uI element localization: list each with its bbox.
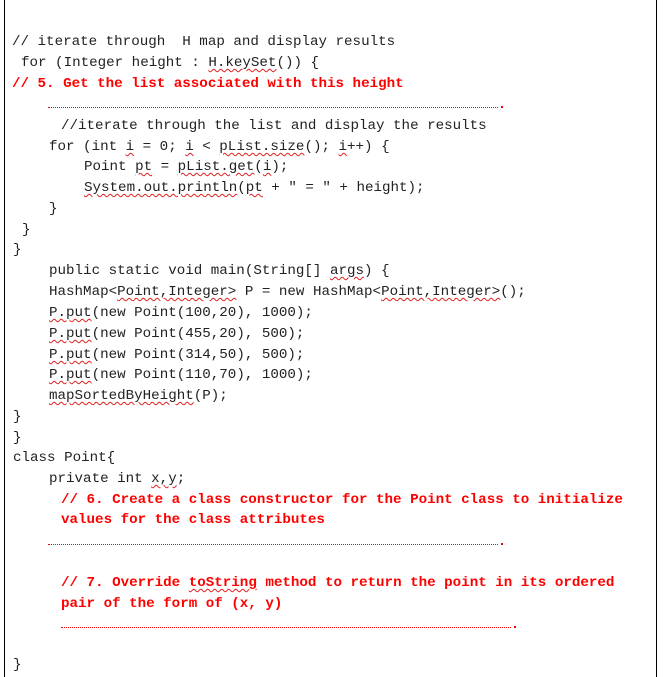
code-text: for (Integer height :	[21, 55, 209, 71]
task-5-comment: // 5. Get the list associated with this …	[12, 76, 404, 92]
answer-blank-7[interactable]	[61, 627, 511, 628]
task-6-comment: // 6. Create a class constructor for the…	[61, 492, 623, 508]
spellcheck-token: i	[338, 139, 348, 155]
code-text: public static void main(String[]	[49, 263, 330, 279]
code-text: P = new HashMap<	[236, 284, 382, 300]
code-text: ++) {	[347, 139, 390, 155]
closing-brace: }	[13, 430, 22, 446]
code-text: ()) {	[276, 55, 320, 71]
closing-brace: }	[13, 409, 22, 425]
answer-blank-5-end	[501, 106, 503, 108]
closing-brace: }	[13, 242, 22, 258]
put-line: P.put(new Point(455,20), 500);	[49, 324, 304, 344]
code-text: + " = " + height);	[262, 180, 425, 196]
code-text: <	[193, 139, 220, 155]
spellcheck-token: P.put	[49, 326, 92, 342]
code-text: method to return the point in its ordere…	[256, 575, 615, 591]
code-text: ();	[500, 284, 526, 300]
code-text: (	[237, 180, 246, 196]
spellcheck-token: P.put	[49, 347, 92, 363]
spellcheck-token: x,y	[151, 471, 177, 487]
task-6-comment-cont: values for the class attributes	[61, 512, 325, 528]
code-text: = 0;	[134, 139, 186, 155]
answer-blank-6-end	[501, 543, 503, 545]
code-text: ) {	[364, 263, 390, 279]
put-line: P.put(new Point(100,20), 1000);	[49, 303, 313, 323]
answer-blank-5[interactable]	[48, 107, 498, 108]
code-text: HashMap<	[49, 284, 118, 300]
spellcheck-token: args	[329, 263, 365, 279]
code-text: (P);	[193, 388, 228, 404]
spellcheck-token: i	[185, 139, 194, 155]
code-text: for (int	[49, 139, 126, 155]
task-7-comment-cont: pair of the form of (x, y)	[61, 596, 283, 612]
closing-brace: }	[49, 201, 58, 217]
code-text: (new Point(314,50), 500);	[91, 347, 305, 363]
println-line: System.out.println(pt + " = " + height);	[84, 178, 425, 198]
point-pt-line: Point pt = pList.get(i);	[84, 157, 288, 177]
for-keyset-line: for (Integer height : H.keySet()) {	[21, 53, 319, 73]
spellcheck-token: mapSortedByHeight	[49, 388, 194, 404]
code-text: );	[271, 159, 289, 175]
closing-brace: }	[22, 222, 31, 238]
spellcheck-token: i	[125, 139, 135, 155]
for-loop-line: for (int i = 0; i < pList.size(); i++) {	[49, 137, 390, 157]
spellcheck-token: P.put	[49, 367, 92, 383]
code-text: (new Point(110,70), 1000);	[91, 367, 313, 383]
comment-iterate-map: // iterate through H map and display res…	[12, 34, 396, 50]
hashmap-decl-line: HashMap<Point,Integer> P = new HashMap<P…	[49, 282, 526, 302]
code-text: // 7. Override	[61, 575, 189, 591]
spellcheck-token: pt	[245, 180, 263, 196]
answer-blank-7-end	[514, 626, 516, 628]
code-text: (	[254, 159, 263, 175]
code-text: ();	[304, 139, 339, 155]
spellcheck-token: toString	[188, 575, 257, 591]
spellcheck-token: pt	[135, 159, 153, 175]
code-text: ;	[176, 471, 186, 487]
put-line: P.put(new Point(110,70), 1000);	[49, 365, 313, 385]
task-7-comment: // 7. Override toString method to return…	[61, 573, 614, 593]
spellcheck-token: pList.get	[177, 159, 255, 175]
code-text: =	[152, 159, 178, 175]
private-fields-line: private int x,y;	[49, 469, 185, 489]
answer-blank-6[interactable]	[48, 544, 498, 545]
code-text: Point	[84, 159, 136, 175]
spellcheck-token: H.keySet	[208, 55, 277, 71]
main-signature-line: public static void main(String[] args) {	[49, 261, 390, 281]
code-text: private int	[49, 471, 152, 487]
put-line: P.put(new Point(314,50), 500);	[49, 345, 304, 365]
closing-brace: }	[13, 657, 22, 673]
class-point-decl: class Point{	[13, 450, 116, 466]
spellcheck-token: Point,Integer>	[381, 284, 501, 300]
map-sorted-call-line: mapSortedByHeight(P);	[49, 386, 228, 406]
code-text: (new Point(100,20), 1000);	[91, 305, 313, 321]
spellcheck-token: Point,Integer>	[117, 284, 237, 300]
spellcheck-token: System.out.println	[84, 180, 238, 196]
comment-iterate-list: //iterate through the list and display t…	[61, 118, 487, 134]
spellcheck-token: pList.size	[219, 139, 305, 155]
spellcheck-token: P.put	[49, 305, 92, 321]
code-text: (new Point(455,20), 500);	[91, 326, 305, 342]
